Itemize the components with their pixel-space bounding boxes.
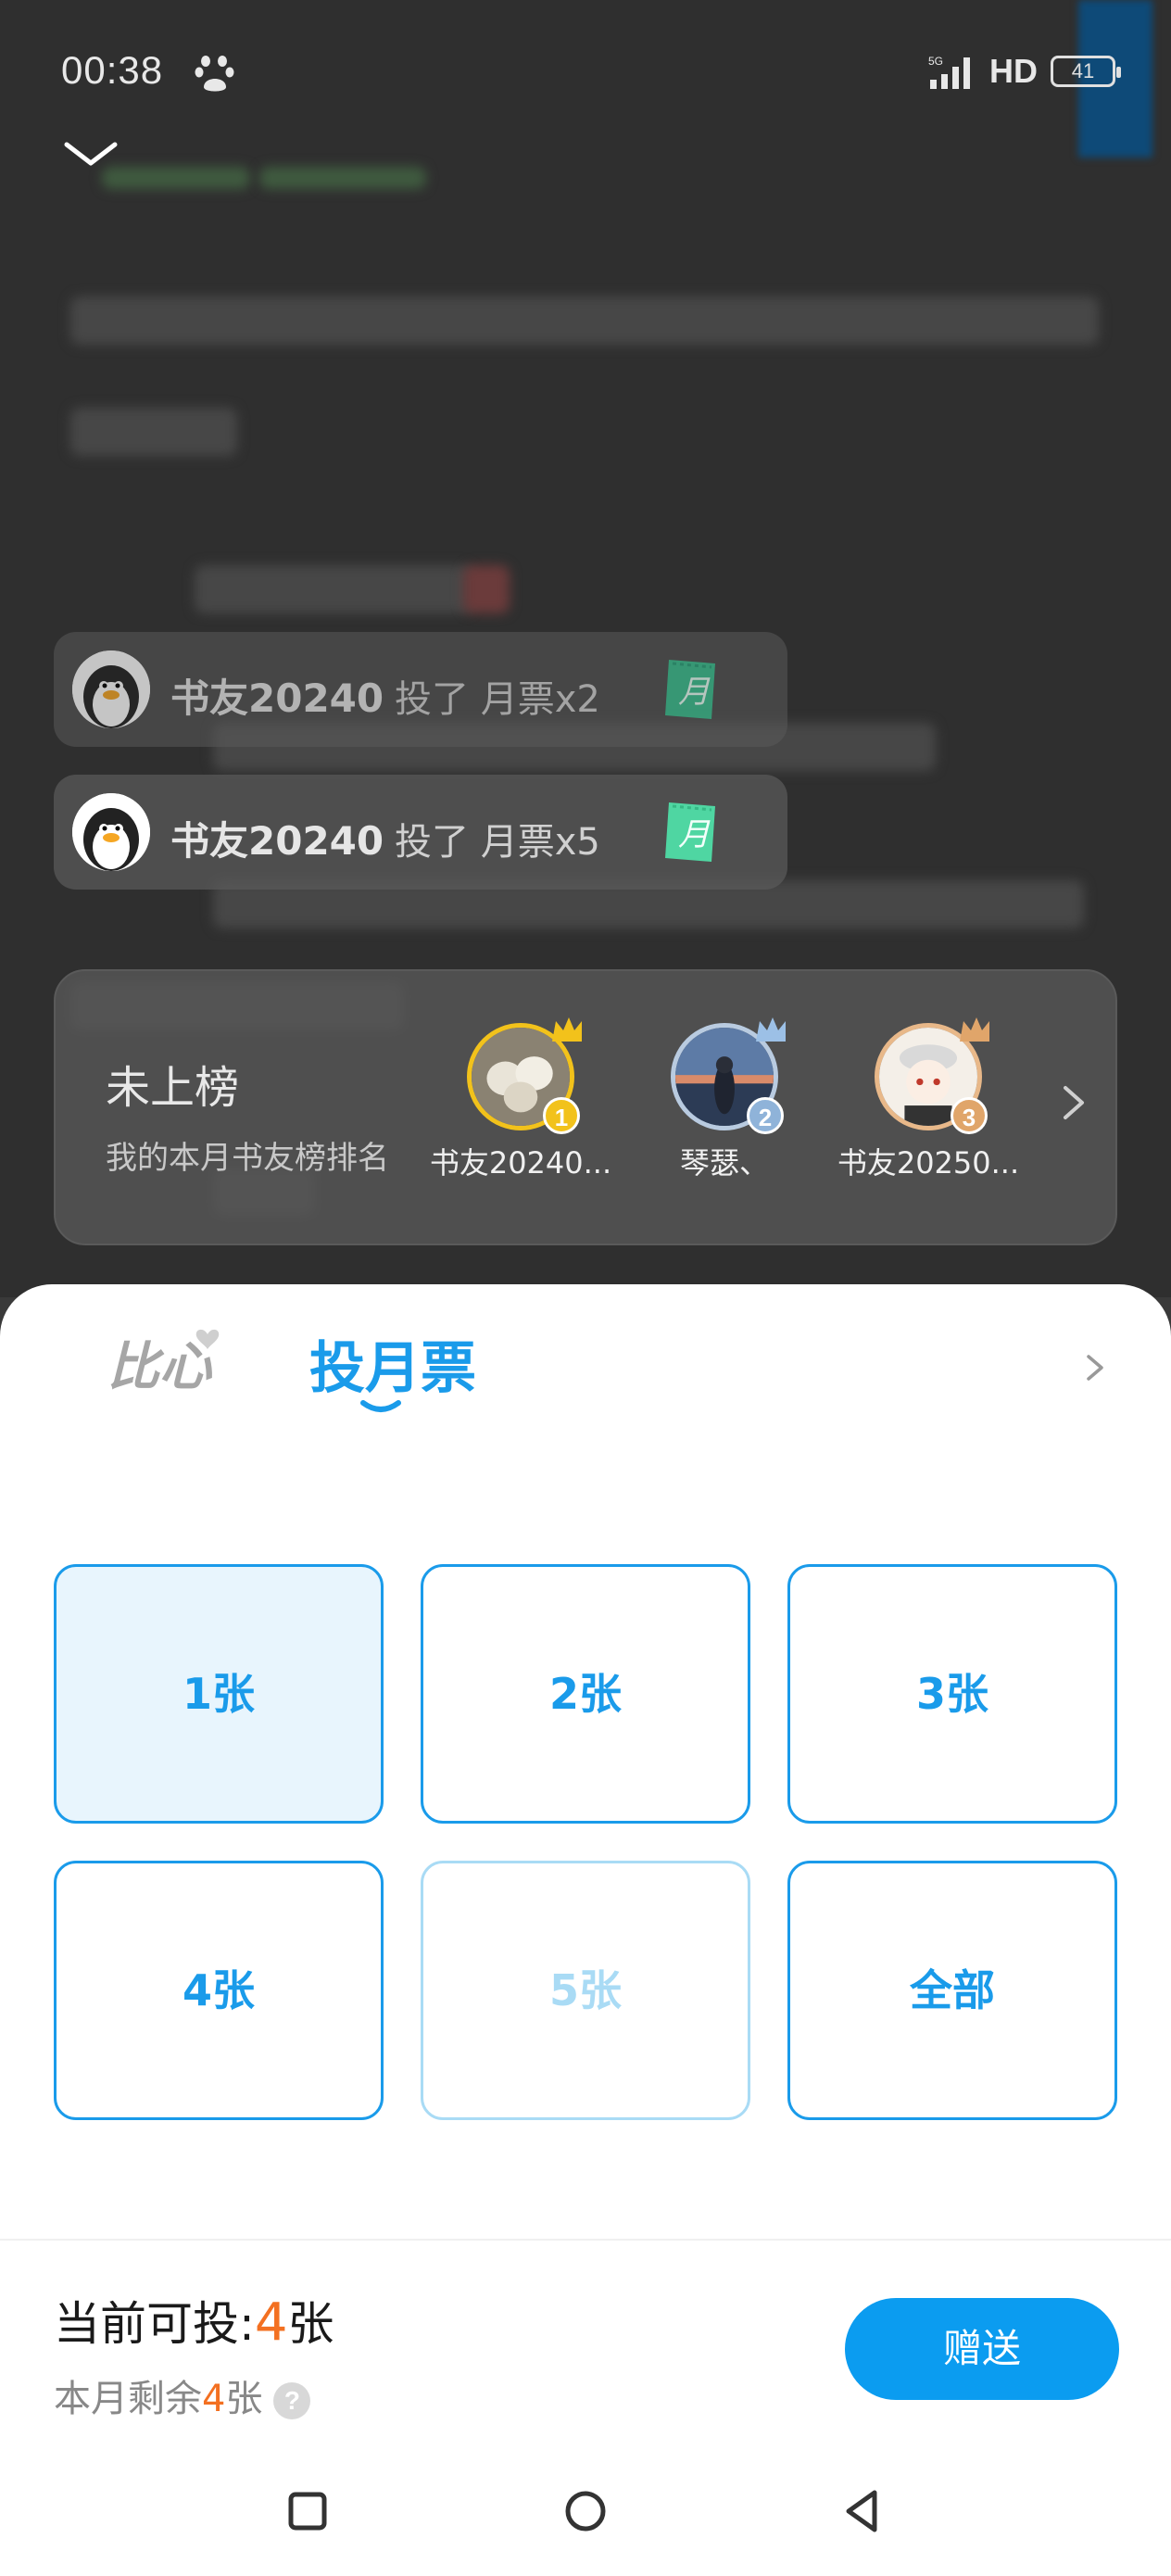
remain-count: 4 [202,2378,226,2420]
penguin-avatar-icon [72,793,150,871]
tab-vote[interactable]: 投月票 [309,1323,476,1404]
rank-badge: 3 [951,1097,988,1134]
rank-subtitle: 我的本月书友榜排名 [106,1140,389,1177]
rank-username: 书友20250... [837,1145,1020,1181]
crown-icon [552,1017,582,1042]
available-label: 当前可投: [54,2297,255,2351]
recent-apps-icon[interactable] [280,2483,335,2539]
divider [0,2239,1171,2241]
monthly-ticket-icon: 月 [665,802,715,862]
rank-user-2[interactable]: 2 琴瑟、 [623,1017,826,1208]
option-1[interactable]: 1张 [54,1564,384,1824]
network-label: 5G [928,55,943,68]
tab-bixin[interactable]: 比心 [104,1321,224,1397]
chevron-right-icon[interactable] [1084,1351,1106,1384]
toast-action: 投了 月票x2 [395,678,600,721]
chevron-down-icon[interactable] [61,135,120,172]
monthly-ticket-icon: 月 [665,660,715,719]
vote-sheet: 比心 投月票 1张 2张 3张 4张 5张 全部 当前可投:4张 本月剩余4张?… [0,1284,1171,2576]
option-2[interactable]: 2张 [421,1564,750,1824]
vote-toast: 书友20240 投了 月票x5 月 [54,775,787,890]
toast-username: 书友20240 [170,818,384,864]
option-all[interactable]: 全部 [787,1861,1117,2120]
rank-user-3[interactable]: 3 书友20250... [826,1017,1030,1208]
rank-badge: 1 [543,1097,580,1134]
option-4[interactable]: 4张 [54,1861,384,2120]
hd-indicator: HD [989,52,1038,90]
bixin-logo-icon: 比心 [107,1329,220,1397]
home-icon[interactable] [558,2483,613,2539]
gift-button[interactable]: 赠送 [845,2298,1119,2400]
status-bar: 00:38 5G HD 41 [0,0,1171,139]
rank-username: 书友20240... [429,1145,612,1181]
toast-action: 投了 月票x5 [395,821,600,864]
signal-icon: 5G [928,55,970,89]
avatar [72,650,150,728]
available-votes: 当前可投:4张 [54,2287,334,2354]
rank-status: 未上榜 [106,1062,240,1114]
option-3[interactable]: 3张 [787,1564,1117,1824]
remain-label: 本月剩余 [54,2378,202,2420]
penguin-avatar-icon [72,650,150,728]
rank-user-1[interactable]: 1 书友20240... [419,1017,623,1208]
toast-username: 书友20240 [170,676,384,721]
svg-text:月: 月 [678,674,711,711]
available-unit: 张 [287,2297,334,2351]
remain-unit: 张 [225,2378,263,2420]
battery-level: 41 [1071,59,1095,82]
crown-icon [960,1017,989,1042]
status-time: 00:38 [61,48,164,92]
svg-text:月: 月 [678,816,711,853]
option-5: 5张 [421,1861,750,2120]
chevron-right-icon[interactable] [1060,1082,1088,1123]
tab-indicator [360,1400,401,1412]
help-icon[interactable]: ? [273,2382,311,2419]
svg-text:比心: 比心 [107,1337,213,1395]
crown-icon [756,1017,786,1042]
vote-toast: 书友20240 投了 月票x2 月 [54,632,787,747]
system-nav-bar [0,2465,1171,2576]
rank-username: 琴瑟、 [679,1145,769,1181]
remaining-votes: 本月剩余4张? [54,2368,311,2422]
battery-icon: 41 [1051,56,1121,87]
rank-badge: 2 [747,1097,784,1134]
baidu-paw-icon [195,56,234,92]
fan-ranking-card[interactable]: 未上榜 我的本月书友榜排名 1 书友20240... 2 琴瑟、 3 书友202… [54,969,1117,1245]
back-icon[interactable] [836,2483,891,2539]
avatar [72,793,150,871]
available-count: 4 [254,2292,288,2353]
